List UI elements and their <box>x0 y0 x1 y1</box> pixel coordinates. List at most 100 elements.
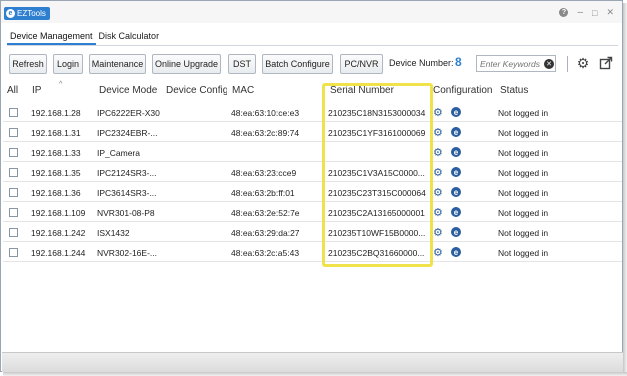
cell-status: Not logged in <box>498 188 549 198</box>
config-gear-icon[interactable]: ⚙ <box>433 146 443 159</box>
search-box: ✕ <box>476 55 556 72</box>
header-device-model[interactable]: Device Mode <box>99 85 163 96</box>
config-gear-icon[interactable]: ⚙ <box>433 126 443 139</box>
cell-status: Not logged in <box>498 248 549 258</box>
config-gear-icon[interactable]: ⚙ <box>433 206 443 219</box>
app-logo-icon: e <box>6 9 15 18</box>
table-row[interactable]: 192.168.1.28 IPC6222ER-X30 48:ea:63:10:c… <box>3 102 622 122</box>
header-select-all[interactable]: All <box>7 85 29 96</box>
config-gear-icon[interactable]: ⚙ <box>433 186 443 199</box>
dst-button[interactable]: DST <box>228 54 256 74</box>
toolbar-separator <box>567 56 568 72</box>
refresh-button[interactable]: Refresh <box>9 54 47 74</box>
cell-ip: 192.168.1.33 <box>31 148 81 158</box>
config-gear-icon[interactable]: ⚙ <box>433 166 443 179</box>
title-bar: e EZTools ? – □ ✕ <box>1 1 622 23</box>
cell-model: NVR301-08-P8 <box>97 208 155 218</box>
tab-bar: Device Management Disk Calculator <box>7 29 162 45</box>
cell-serial: 210235C1V3A15C0000... <box>328 168 425 178</box>
table-row[interactable]: 192.168.1.31 IPC2324EBR-... 48:ea:63:2c:… <box>3 122 622 142</box>
config-gear-icon[interactable]: ⚙ <box>433 246 443 259</box>
maintenance-button[interactable]: Maintenance <box>89 54 146 74</box>
row-checkbox[interactable] <box>9 148 18 157</box>
web-e-icon[interactable]: e <box>451 127 461 137</box>
cell-status: Not logged in <box>498 168 549 178</box>
window-shadow-right <box>623 3 627 376</box>
header-status[interactable]: Status <box>500 85 580 96</box>
cell-serial: 210235C2A13165000001 <box>328 208 425 218</box>
row-checkbox[interactable] <box>9 208 18 217</box>
table-row[interactable]: 192.168.1.109 NVR301-08-P8 48:ea:63:2e:5… <box>3 202 622 222</box>
table-row[interactable]: 192.168.1.244 NVR302-16E-... 48:ea:63:2c… <box>3 242 622 262</box>
cell-serial: 210235C18N3153000034 <box>328 108 426 118</box>
export-icon-glyph <box>599 56 613 70</box>
table-row[interactable]: 192.168.1.36 IPC3614SR3-... 48:ea:63:2b:… <box>3 182 622 202</box>
online-upgrade-button[interactable]: Online Upgrade <box>152 54 221 74</box>
web-e-icon[interactable]: e <box>451 247 461 257</box>
web-e-icon[interactable]: e <box>451 107 461 117</box>
cell-serial: 210235C2BQ31660000... <box>328 248 425 258</box>
export-icon[interactable] <box>598 55 614 71</box>
row-checkbox[interactable] <box>9 188 18 197</box>
cell-serial: 210235C23T315C000064 <box>328 188 426 198</box>
row-checkbox[interactable] <box>9 168 18 177</box>
cell-ip: 192.168.1.35 <box>31 168 81 178</box>
settings-icon[interactable]: ⚙ <box>575 55 591 71</box>
clear-search-icon[interactable]: ✕ <box>544 58 554 69</box>
cell-ip: 192.168.1.109 <box>31 208 86 218</box>
web-e-icon[interactable]: e <box>451 147 461 157</box>
header-device-config[interactable]: Device Config <box>166 85 227 96</box>
row-checkbox[interactable] <box>9 108 18 117</box>
header-ip[interactable]: IP <box>32 85 92 96</box>
cell-mac: 48:ea:63:2c:a5:43 <box>231 248 300 258</box>
cell-mac: 48:ea:63:2b:ff:01 <box>231 188 295 198</box>
web-e-icon[interactable]: e <box>451 227 461 237</box>
table-row[interactable]: 192.168.1.33 IP_Camera ⚙ e Not logged in <box>3 142 622 162</box>
cell-ip: 192.168.1.31 <box>31 128 81 138</box>
cell-status: Not logged in <box>498 148 549 158</box>
minimize-button[interactable]: – <box>577 7 583 18</box>
tab-device-management[interactable]: Device Management <box>7 29 96 45</box>
tab-divider <box>7 45 618 46</box>
cell-serial: 210235T10WF15B0000... <box>328 228 426 238</box>
cell-model: IPC3614SR3-... <box>97 188 157 198</box>
cell-mac: 48:ea:63:29:da:27 <box>231 228 300 238</box>
close-button[interactable]: ✕ <box>606 7 614 18</box>
row-checkbox[interactable] <box>9 248 18 257</box>
config-gear-icon[interactable]: ⚙ <box>433 226 443 239</box>
cell-serial: 210235C1YF3161000069 <box>328 128 426 138</box>
header-mac[interactable]: MAC <box>232 85 322 96</box>
config-gear-icon[interactable]: ⚙ <box>433 106 443 119</box>
pc-nvr-button[interactable]: PC/NVR <box>340 54 383 74</box>
help-icon[interactable]: ? <box>559 8 569 17</box>
app-window: e EZTools ? – □ ✕ Device Management Disk… <box>0 0 623 372</box>
cell-model: IPC2324EBR-... <box>97 128 158 138</box>
table-row[interactable]: 192.168.1.242 ISX1432 48:ea:63:29:da:27 … <box>3 222 622 242</box>
cell-model: IPC2124SR3-... <box>97 168 157 178</box>
search-input[interactable] <box>480 58 542 69</box>
cell-status: Not logged in <box>498 228 549 238</box>
web-e-icon[interactable]: e <box>451 167 461 177</box>
web-e-icon[interactable]: e <box>451 207 461 217</box>
cell-ip: 192.168.1.28 <box>31 108 81 118</box>
tab-disk-calculator[interactable]: Disk Calculator <box>96 29 163 45</box>
device-number-value: 8 <box>455 55 462 69</box>
maximize-button[interactable]: □ <box>592 8 597 18</box>
app-title-badge: e EZTools <box>4 7 50 20</box>
row-checkbox[interactable] <box>9 128 18 137</box>
web-e-icon[interactable]: e <box>451 187 461 197</box>
login-button[interactable]: Login <box>53 54 83 74</box>
header-configuration[interactable]: Configuration <box>433 85 495 96</box>
row-checkbox[interactable] <box>9 228 18 237</box>
cell-status: Not logged in <box>498 208 549 218</box>
cell-ip: 192.168.1.242 <box>31 228 86 238</box>
cell-mac: 48:ea:63:2c:89:74 <box>231 128 300 138</box>
cell-status: Not logged in <box>498 108 549 118</box>
header-serial-number[interactable]: Serial Number <box>330 85 430 96</box>
device-number-label: Device Number: <box>389 58 454 68</box>
table-row[interactable]: 192.168.1.35 IPC2124SR3-... 48:ea:63:23:… <box>3 162 622 182</box>
batch-configure-button[interactable]: Batch Configure <box>262 54 333 74</box>
cell-mac: 48:ea:63:2e:52:7e <box>231 208 300 218</box>
window-controls: ? – □ ✕ <box>559 7 614 18</box>
cell-mac: 48:ea:63:10:ce:e3 <box>231 108 300 118</box>
